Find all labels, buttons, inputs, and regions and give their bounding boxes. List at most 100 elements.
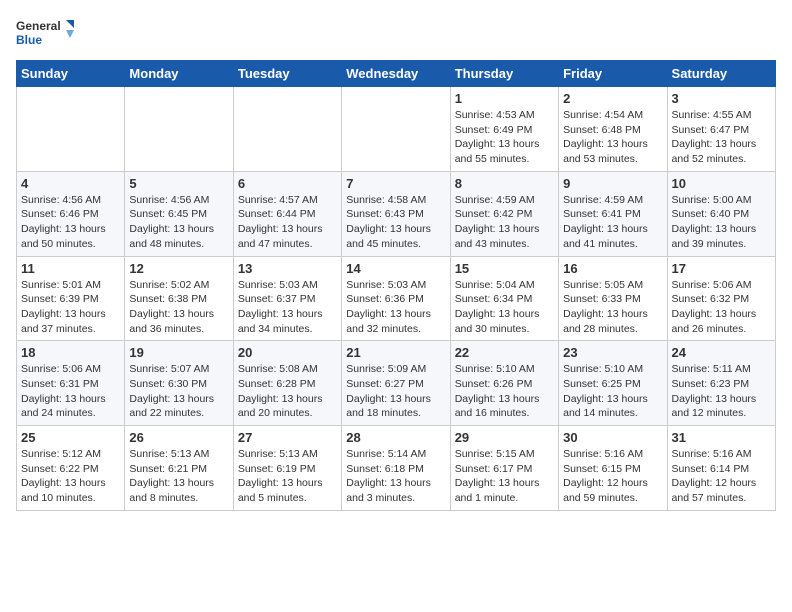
- day-number: 12: [129, 261, 228, 276]
- calendar-cell: [342, 87, 450, 172]
- day-info: Sunrise: 5:12 AM Sunset: 6:22 PM Dayligh…: [21, 447, 120, 506]
- calendar-cell: 28Sunrise: 5:14 AM Sunset: 6:18 PM Dayli…: [342, 426, 450, 511]
- calendar-cell: 27 Sunrise: 5:13 AM Sunset: 6:19 PM Dayli…: [233, 426, 341, 511]
- calendar-cell: 16Sunrise: 5:05 AM Sunset: 6:33 PM Dayli…: [559, 256, 667, 341]
- calendar-cell: 15 Sunrise: 5:04 AM Sunset: 6:34 PM Dayli…: [450, 256, 558, 341]
- calendar-cell: 14Sunrise: 5:03 AM Sunset: 6:36 PM Dayli…: [342, 256, 450, 341]
- day-number: 6: [238, 176, 337, 191]
- calendar-cell: 11 Sunrise: 5:01 AM Sunset: 6:39 PM Dayli…: [17, 256, 125, 341]
- calendar-cell: 6 Sunrise: 4:57 AM Sunset: 6:44 PM Daylig…: [233, 171, 341, 256]
- header-tuesday: Tuesday: [233, 61, 341, 87]
- day-info: Sunrise: 5:15 AM Sunset: 6:17 PM Dayligh…: [455, 447, 554, 506]
- day-info: Sunrise: 4:54 AM Sunset: 6:48 PM Dayligh…: [563, 108, 662, 167]
- day-number: 11: [21, 261, 120, 276]
- calendar-cell: 29Sunrise: 5:15 AM Sunset: 6:17 PM Dayli…: [450, 426, 558, 511]
- day-info: Sunrise: 5:13 AM Sunset: 6:21 PM Dayligh…: [129, 447, 228, 506]
- calendar-header-row: SundayMondayTuesdayWednesdayThursdayFrid…: [17, 61, 776, 87]
- day-info: Sunrise: 4:59 AM Sunset: 6:42 PM Dayligh…: [455, 193, 554, 252]
- day-number: 21: [346, 345, 445, 360]
- day-number: 19: [129, 345, 228, 360]
- day-number: 23: [563, 345, 662, 360]
- page-container: General Blue SundayMondayTuesdayWednesda…: [0, 0, 792, 521]
- day-number: 27: [238, 430, 337, 445]
- day-number: 28: [346, 430, 445, 445]
- day-info: Sunrise: 4:55 AM Sunset: 6:47 PM Dayligh…: [672, 108, 771, 167]
- svg-text:General: General: [16, 19, 61, 33]
- day-info: Sunrise: 5:06 AM Sunset: 6:31 PM Dayligh…: [21, 362, 120, 421]
- day-number: 9: [563, 176, 662, 191]
- calendar-cell: 13Sunrise: 5:03 AM Sunset: 6:37 PM Dayli…: [233, 256, 341, 341]
- day-info: Sunrise: 4:56 AM Sunset: 6:45 PM Dayligh…: [129, 193, 228, 252]
- day-number: 5: [129, 176, 228, 191]
- week-row-2: 4 Sunrise: 4:56 AM Sunset: 6:46 PM Daylig…: [17, 171, 776, 256]
- calendar-cell: 30Sunrise: 5:16 AM Sunset: 6:15 PM Dayli…: [559, 426, 667, 511]
- day-number: 8: [455, 176, 554, 191]
- svg-text:Blue: Blue: [16, 33, 42, 47]
- day-info: Sunrise: 5:04 AM Sunset: 6:34 PM Dayligh…: [455, 278, 554, 337]
- day-number: 7: [346, 176, 445, 191]
- calendar-cell: 23Sunrise: 5:10 AM Sunset: 6:25 PM Dayli…: [559, 341, 667, 426]
- day-info: Sunrise: 5:08 AM Sunset: 6:28 PM Dayligh…: [238, 362, 337, 421]
- day-number: 10: [672, 176, 771, 191]
- calendar-cell: 26 Sunrise: 5:13 AM Sunset: 6:21 PM Dayli…: [125, 426, 233, 511]
- calendar-cell: 21 Sunrise: 5:09 AM Sunset: 6:27 PM Dayli…: [342, 341, 450, 426]
- day-info: Sunrise: 5:13 AM Sunset: 6:19 PM Dayligh…: [238, 447, 337, 506]
- calendar-cell: 19 Sunrise: 5:07 AM Sunset: 6:30 PM Dayli…: [125, 341, 233, 426]
- day-number: 18: [21, 345, 120, 360]
- day-info: Sunrise: 5:02 AM Sunset: 6:38 PM Dayligh…: [129, 278, 228, 337]
- calendar-table: SundayMondayTuesdayWednesdayThursdayFrid…: [16, 60, 776, 511]
- header-monday: Monday: [125, 61, 233, 87]
- calendar-cell: 10 Sunrise: 5:00 AM Sunset: 6:40 PM Dayli…: [667, 171, 775, 256]
- calendar-cell: 24 Sunrise: 5:11 AM Sunset: 6:23 PM Dayli…: [667, 341, 775, 426]
- calendar-cell: 2 Sunrise: 4:54 AM Sunset: 6:48 PM Daylig…: [559, 87, 667, 172]
- header-sunday: Sunday: [17, 61, 125, 87]
- calendar-cell: [17, 87, 125, 172]
- week-row-4: 18 Sunrise: 5:06 AM Sunset: 6:31 PM Dayli…: [17, 341, 776, 426]
- day-info: Sunrise: 5:01 AM Sunset: 6:39 PM Dayligh…: [21, 278, 120, 337]
- day-number: 30: [563, 430, 662, 445]
- header-saturday: Saturday: [667, 61, 775, 87]
- calendar-cell: 5 Sunrise: 4:56 AM Sunset: 6:45 PM Daylig…: [125, 171, 233, 256]
- day-info: Sunrise: 4:59 AM Sunset: 6:41 PM Dayligh…: [563, 193, 662, 252]
- day-number: 26: [129, 430, 228, 445]
- calendar-cell: 7 Sunrise: 4:58 AM Sunset: 6:43 PM Daylig…: [342, 171, 450, 256]
- calendar-cell: 8 Sunrise: 4:59 AM Sunset: 6:42 PM Daylig…: [450, 171, 558, 256]
- day-info: Sunrise: 5:00 AM Sunset: 6:40 PM Dayligh…: [672, 193, 771, 252]
- day-info: Sunrise: 5:07 AM Sunset: 6:30 PM Dayligh…: [129, 362, 228, 421]
- day-number: 15: [455, 261, 554, 276]
- calendar-cell: [233, 87, 341, 172]
- header-thursday: Thursday: [450, 61, 558, 87]
- day-number: 24: [672, 345, 771, 360]
- header-friday: Friday: [559, 61, 667, 87]
- day-info: Sunrise: 5:16 AM Sunset: 6:14 PM Dayligh…: [672, 447, 771, 506]
- day-number: 2: [563, 91, 662, 106]
- logo: General Blue: [16, 16, 76, 52]
- calendar-cell: [125, 87, 233, 172]
- week-row-5: 25Sunrise: 5:12 AM Sunset: 6:22 PM Dayli…: [17, 426, 776, 511]
- calendar-cell: 18 Sunrise: 5:06 AM Sunset: 6:31 PM Dayli…: [17, 341, 125, 426]
- day-info: Sunrise: 5:11 AM Sunset: 6:23 PM Dayligh…: [672, 362, 771, 421]
- day-number: 22: [455, 345, 554, 360]
- calendar-cell: 22 Sunrise: 5:10 AM Sunset: 6:26 PM Dayli…: [450, 341, 558, 426]
- calendar-cell: 1Sunrise: 4:53 AM Sunset: 6:49 PM Daylig…: [450, 87, 558, 172]
- day-info: Sunrise: 4:58 AM Sunset: 6:43 PM Dayligh…: [346, 193, 445, 252]
- day-number: 31: [672, 430, 771, 445]
- calendar-cell: 4 Sunrise: 4:56 AM Sunset: 6:46 PM Daylig…: [17, 171, 125, 256]
- day-number: 4: [21, 176, 120, 191]
- header-wednesday: Wednesday: [342, 61, 450, 87]
- day-info: Sunrise: 5:09 AM Sunset: 6:27 PM Dayligh…: [346, 362, 445, 421]
- calendar-cell: 31 Sunrise: 5:16 AM Sunset: 6:14 PM Dayli…: [667, 426, 775, 511]
- day-number: 20: [238, 345, 337, 360]
- day-number: 17: [672, 261, 771, 276]
- day-info: Sunrise: 5:10 AM Sunset: 6:26 PM Dayligh…: [455, 362, 554, 421]
- calendar-cell: 3Sunrise: 4:55 AM Sunset: 6:47 PM Daylig…: [667, 87, 775, 172]
- day-number: 16: [563, 261, 662, 276]
- day-number: 1: [455, 91, 554, 106]
- week-row-1: 1Sunrise: 4:53 AM Sunset: 6:49 PM Daylig…: [17, 87, 776, 172]
- calendar-cell: 17 Sunrise: 5:06 AM Sunset: 6:32 PM Dayli…: [667, 256, 775, 341]
- day-info: Sunrise: 5:06 AM Sunset: 6:32 PM Dayligh…: [672, 278, 771, 337]
- day-info: Sunrise: 4:57 AM Sunset: 6:44 PM Dayligh…: [238, 193, 337, 252]
- calendar-cell: 20 Sunrise: 5:08 AM Sunset: 6:28 PM Dayli…: [233, 341, 341, 426]
- week-row-3: 11 Sunrise: 5:01 AM Sunset: 6:39 PM Dayli…: [17, 256, 776, 341]
- day-info: Sunrise: 4:56 AM Sunset: 6:46 PM Dayligh…: [21, 193, 120, 252]
